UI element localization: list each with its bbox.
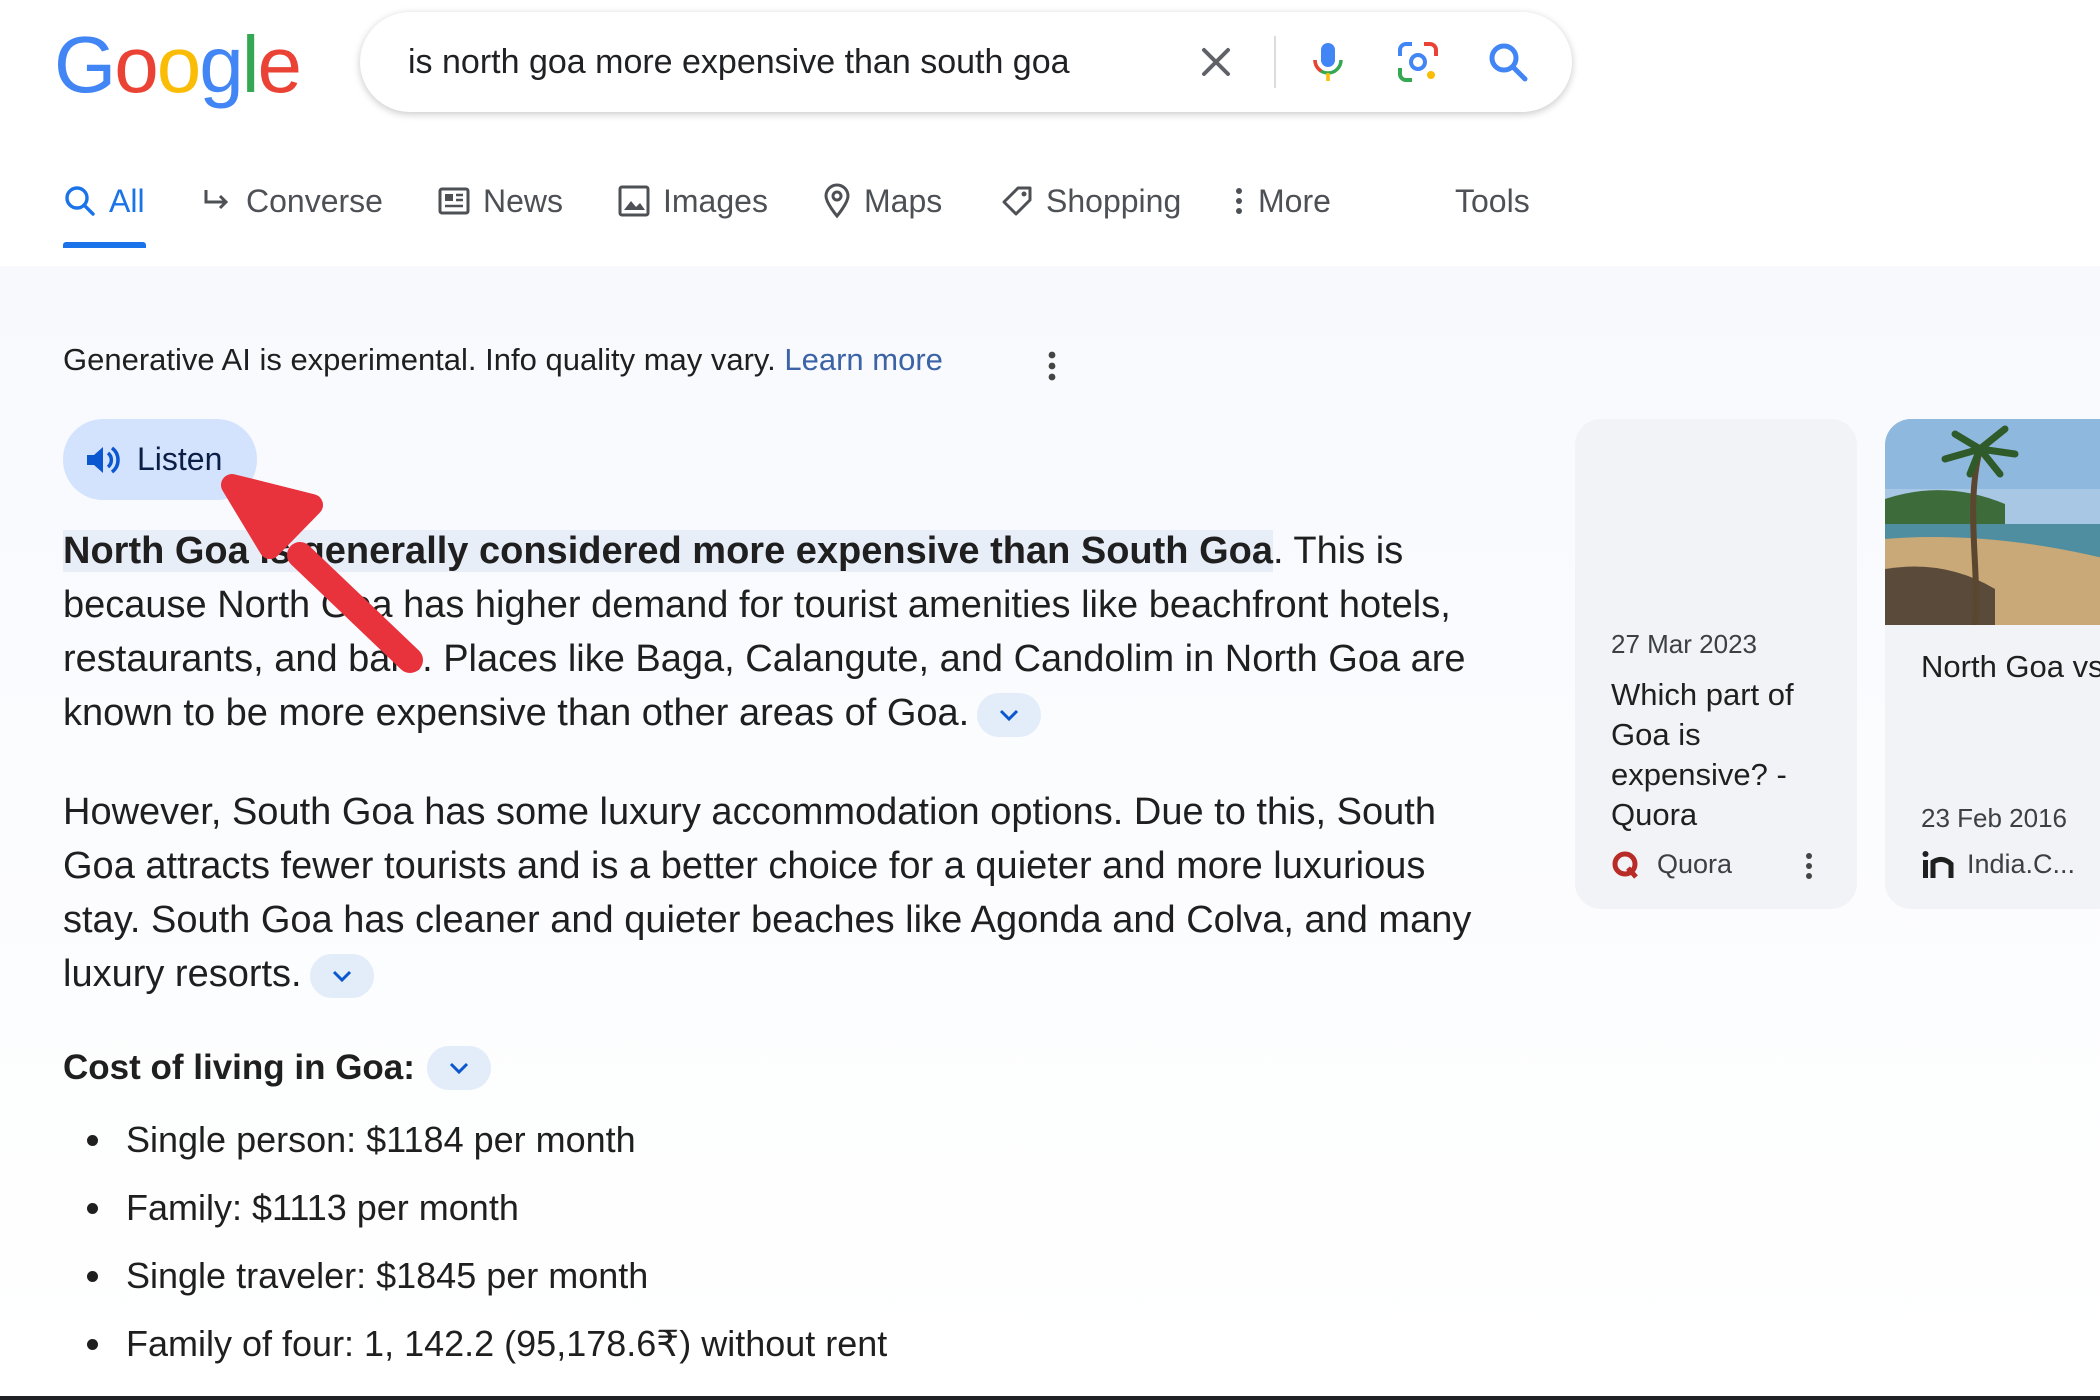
ai-notice-text: Generative AI is experimental. Info qual… <box>63 342 776 377</box>
card-source-name: India.C... <box>1967 849 2076 879</box>
listen-label: Listen <box>137 441 223 477</box>
clear-icon[interactable] <box>1192 38 1240 86</box>
cost-heading-text: Cost of living in Goa: <box>63 1048 415 1087</box>
card-date: 23 Feb 2016 <box>1921 803 2068 833</box>
list-item: Single person: $1184 per month <box>63 1106 887 1174</box>
card-source: Quora <box>1611 849 1732 880</box>
search-divider <box>1274 36 1276 88</box>
answer-p2-text: However, South Goa has some luxury accom… <box>63 791 1472 995</box>
logo-letter-l: l <box>241 20 260 109</box>
card-title[interactable]: Which part of Goa is expensive? - Quora <box>1611 675 1831 835</box>
search-icon[interactable] <box>1484 38 1532 86</box>
card-source-name: Quora <box>1657 849 1733 879</box>
microphone-icon[interactable] <box>1304 38 1352 86</box>
tab-converse[interactable]: Converse <box>200 176 383 226</box>
answer-paragraph-1: North Goa is generally considered more e… <box>63 524 1483 740</box>
answer-highlight: North Goa is generally considered more e… <box>63 530 1273 572</box>
logo-letter-o1: o <box>114 20 158 109</box>
chevron-down-icon <box>449 1062 468 1075</box>
image-icon <box>618 185 650 217</box>
tab-images[interactable]: Images <box>617 176 768 226</box>
source-card-quora[interactable]: 27 Mar 2023 Which part of Goa is expensi… <box>1575 419 1857 909</box>
search-box[interactable]: is north goa more expensive than south g… <box>360 12 1572 112</box>
card-date: 27 Mar 2023 <box>1611 629 1757 659</box>
list-item: Family: $1113 per month <box>63 1174 887 1242</box>
tab-maps[interactable]: Maps <box>822 176 942 226</box>
tab-tools-label: Tools <box>1455 182 1530 219</box>
tab-shopping-label: Shopping <box>1046 182 1182 219</box>
listen-button[interactable]: Listen <box>63 419 257 500</box>
news-icon <box>438 187 470 215</box>
answer-paragraph-2: However, South Goa has some luxury accom… <box>63 785 1483 1001</box>
more-vertical-icon <box>1236 188 1242 214</box>
tab-all-label: All <box>109 182 145 219</box>
expand-button[interactable] <box>977 692 1042 737</box>
search-icon <box>65 186 95 216</box>
ai-overview-panel: Generative AI is experimental. Info qual… <box>0 266 2100 1400</box>
cost-list: Single person: $1184 per month Family: $… <box>63 1106 887 1378</box>
learn-more-link[interactable]: Learn more <box>784 342 943 377</box>
tab-news-label: News <box>483 182 564 219</box>
tab-news[interactable]: News <box>437 176 563 226</box>
google-logo[interactable]: Google <box>54 20 302 110</box>
card-title[interactable]: North Goa vs South Goa: Where shoul <box>1921 647 2100 687</box>
source-card-india[interactable]: North Goa vs South Goa: Where shoul 23 F… <box>1885 419 2100 909</box>
reply-arrow-icon <box>204 190 229 210</box>
chevron-down-icon <box>1000 709 1019 722</box>
card-source: India.C... <box>1921 849 2075 880</box>
logo-letter-g: G <box>54 20 116 109</box>
expand-button[interactable] <box>426 1046 491 1090</box>
beach-thumbnail <box>1885 419 2100 625</box>
logo-letter-e: e <box>257 20 302 109</box>
search-input[interactable]: is north goa more expensive than south g… <box>408 12 1070 112</box>
chevron-down-icon <box>332 970 351 983</box>
tab-maps-label: Maps <box>864 182 943 219</box>
quora-logo-icon <box>1612 851 1638 879</box>
speaker-icon <box>87 446 120 473</box>
indiacom-logo-icon <box>1922 850 1954 878</box>
tag-icon <box>1002 186 1032 216</box>
tab-converse-label: Converse <box>246 182 383 219</box>
page-bottom-border <box>0 1396 2100 1400</box>
logo-letter-g2: g <box>199 20 243 109</box>
camera-lens-icon[interactable] <box>1394 38 1442 86</box>
tab-all[interactable]: All <box>63 176 145 226</box>
card-options-icon[interactable] <box>1799 851 1819 881</box>
ai-notice: Generative AI is experimental. Info qual… <box>63 342 943 378</box>
tab-shopping[interactable]: Shopping <box>1000 176 1181 226</box>
active-tab-indicator <box>63 242 146 248</box>
cost-heading: Cost of living in Goa: <box>63 1046 491 1090</box>
tab-more-label: More <box>1258 182 1331 219</box>
list-item: Single traveler: $1845 per month <box>63 1242 887 1310</box>
search-tabs: All Converse News Images Maps Shopping M… <box>0 150 2100 250</box>
tab-images-label: Images <box>663 182 768 219</box>
ai-options-icon[interactable] <box>1040 348 1064 384</box>
tab-tools[interactable]: Tools <box>1455 176 1530 226</box>
logo-letter-o2: o <box>156 20 201 109</box>
list-item: Family of four: 1, 142.2 (95,178.6₹) wit… <box>63 1310 887 1378</box>
expand-button[interactable] <box>309 953 374 998</box>
tab-more[interactable]: More <box>1232 176 1331 226</box>
map-pin-icon <box>824 183 850 219</box>
